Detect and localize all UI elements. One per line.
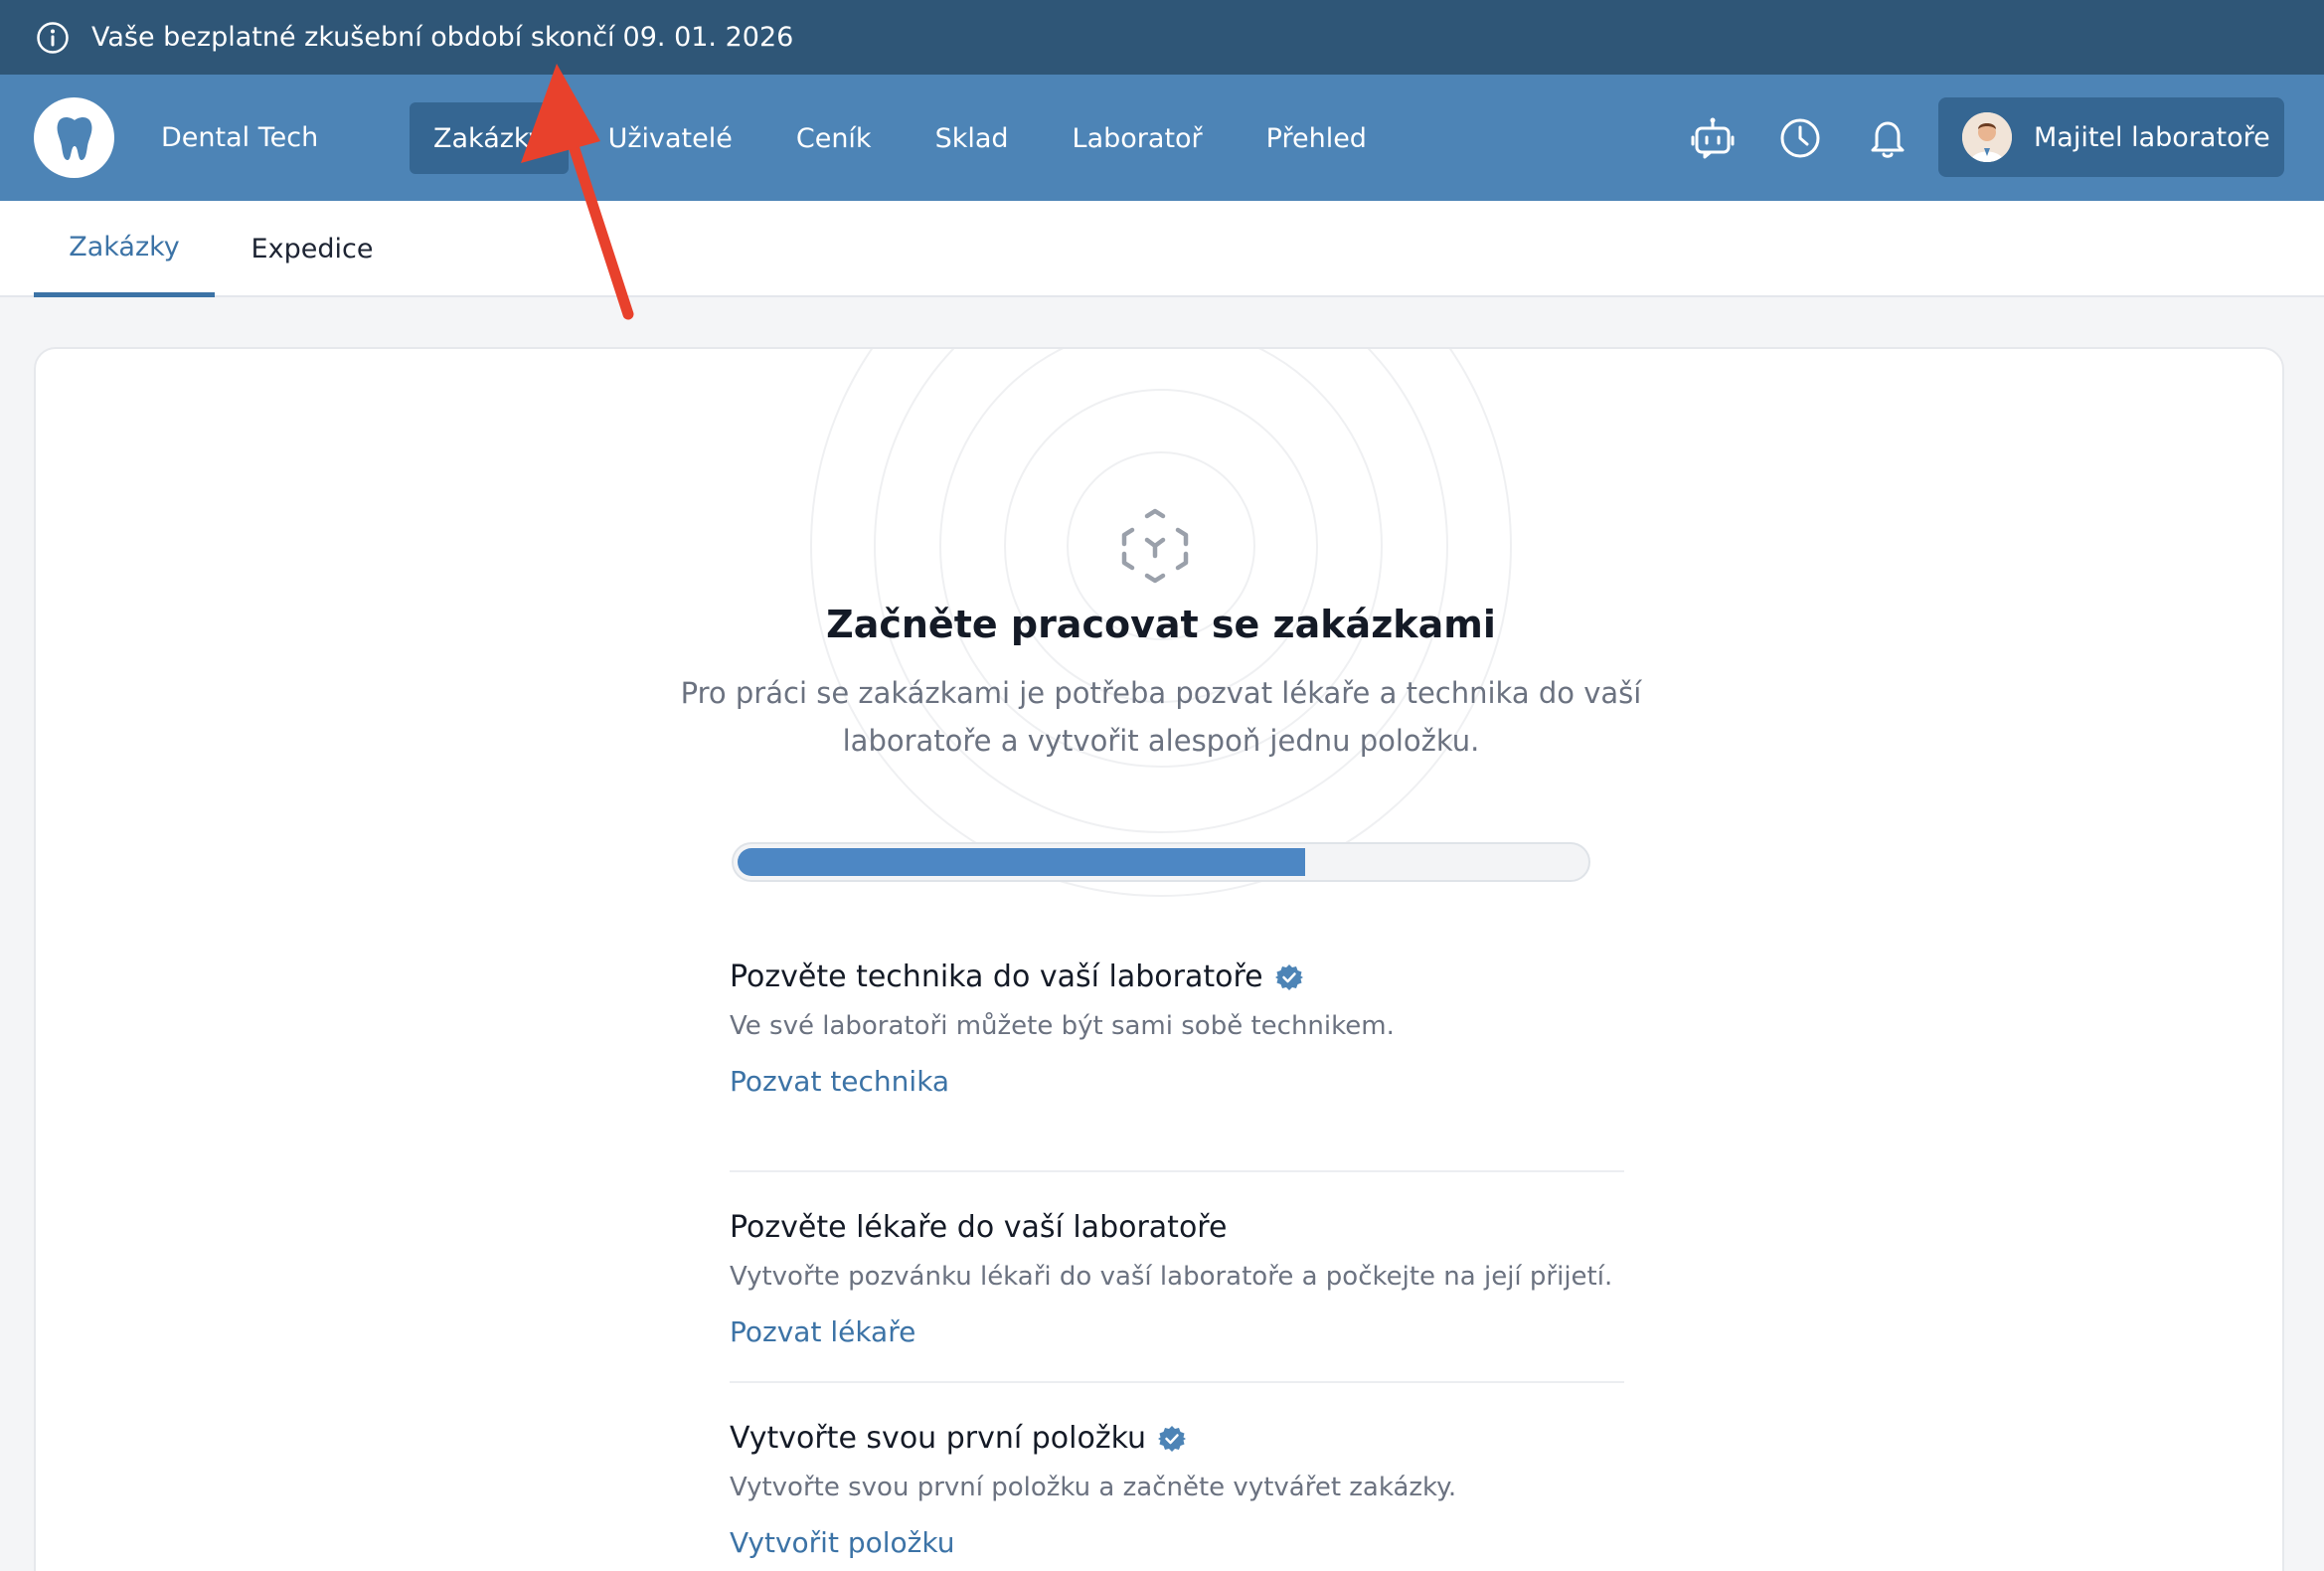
step-description: Vytvořte svou první položku a začněte vy… <box>730 1473 1457 1502</box>
onboarding-title: Začněte pracovat se zakázkami <box>826 603 1496 646</box>
nav-item-prehled[interactable]: Přehled <box>1243 102 1391 174</box>
tooth-icon <box>57 116 91 160</box>
nav-item-uzivatele[interactable]: Uživatelé <box>584 102 756 174</box>
trial-end-date: 09. 01. 2026 <box>622 22 794 53</box>
nav-item-zakazky[interactable]: Zakázky <box>410 102 569 174</box>
avatar <box>1962 112 2012 162</box>
step-description: Vytvořte pozvánku lékaři do vaší laborat… <box>730 1262 1613 1292</box>
onboarding-steps: Pozvěte technika do vaší laboratoře Ve s… <box>730 960 1624 1571</box>
cube-icon <box>1121 508 1189 584</box>
step-title-text: Vytvořte svou první položku <box>730 1421 1147 1456</box>
step-description: Ve své laboratoři můžete být sami sobě t… <box>730 1011 1395 1041</box>
progress-fill <box>738 848 1305 876</box>
step-create-item: Vytvořte svou první položku Vytvořte svo… <box>730 1381 1624 1571</box>
tab-expedice[interactable]: Expedice <box>231 201 394 297</box>
trial-banner: Vaše bezplatné zkušební období skončí 09… <box>0 0 2324 75</box>
tab-zakazky[interactable]: Zakázky <box>34 201 215 297</box>
clock-icon[interactable] <box>1777 115 1823 161</box>
nav-items: Zakázky Uživatelé Ceník Sklad Laboratoř … <box>410 102 1407 174</box>
nav-item-laborator[interactable]: Laboratoř <box>1049 102 1227 174</box>
check-circle-icon <box>1274 963 1303 991</box>
info-icon <box>36 21 70 55</box>
step-title: Pozvěte lékaře do vaší laboratoře <box>730 1210 1227 1245</box>
nav-item-sklad[interactable]: Sklad <box>912 102 1033 174</box>
nav-item-cenik[interactable]: Ceník <box>772 102 896 174</box>
brand-name[interactable]: Dental Tech <box>161 75 318 201</box>
step-invite-doctor: Pozvěte lékaře do vaší laboratoře Vytvoř… <box>730 1170 1624 1381</box>
step-title-text: Pozvěte technika do vaší laboratoře <box>730 960 1263 994</box>
main-navigation: Dental Tech Zakázky Uživatelé Ceník Skla… <box>0 75 2324 201</box>
invite-technician-link[interactable]: Pozvat technika <box>730 1065 949 1098</box>
sub-tabs: Zakázky Expedice <box>0 201 2324 297</box>
onboarding-description: Pro práci se zakázkami je potřeba pozvat… <box>680 676 1642 758</box>
user-menu-button[interactable]: Majitel laboratoře <box>1938 97 2284 177</box>
onboarding-progress <box>732 842 1590 882</box>
step-title: Vytvořte svou první položku <box>730 1421 1187 1456</box>
onboarding-card: Začněte pracovat se zakázkami Pro práci … <box>34 347 2284 1571</box>
check-circle-icon <box>1158 1425 1187 1453</box>
logo[interactable] <box>34 97 114 178</box>
trial-banner-text: Vaše bezplatné zkušební období skončí <box>91 22 615 53</box>
create-item-link[interactable]: Vytvořit položku <box>730 1526 954 1559</box>
nav-icons <box>1690 75 1952 201</box>
user-label: Majitel laboratoře <box>2034 121 2270 153</box>
step-title: Pozvěte technika do vaší laboratoře <box>730 960 1303 994</box>
step-title-text: Pozvěte lékaře do vaší laboratoře <box>730 1210 1228 1245</box>
robot-icon[interactable] <box>1690 115 1736 161</box>
bell-icon[interactable] <box>1865 115 1910 161</box>
invite-doctor-link[interactable]: Pozvat lékaře <box>730 1315 915 1348</box>
step-invite-technician: Pozvěte technika do vaší laboratoře Ve s… <box>730 960 1624 1170</box>
